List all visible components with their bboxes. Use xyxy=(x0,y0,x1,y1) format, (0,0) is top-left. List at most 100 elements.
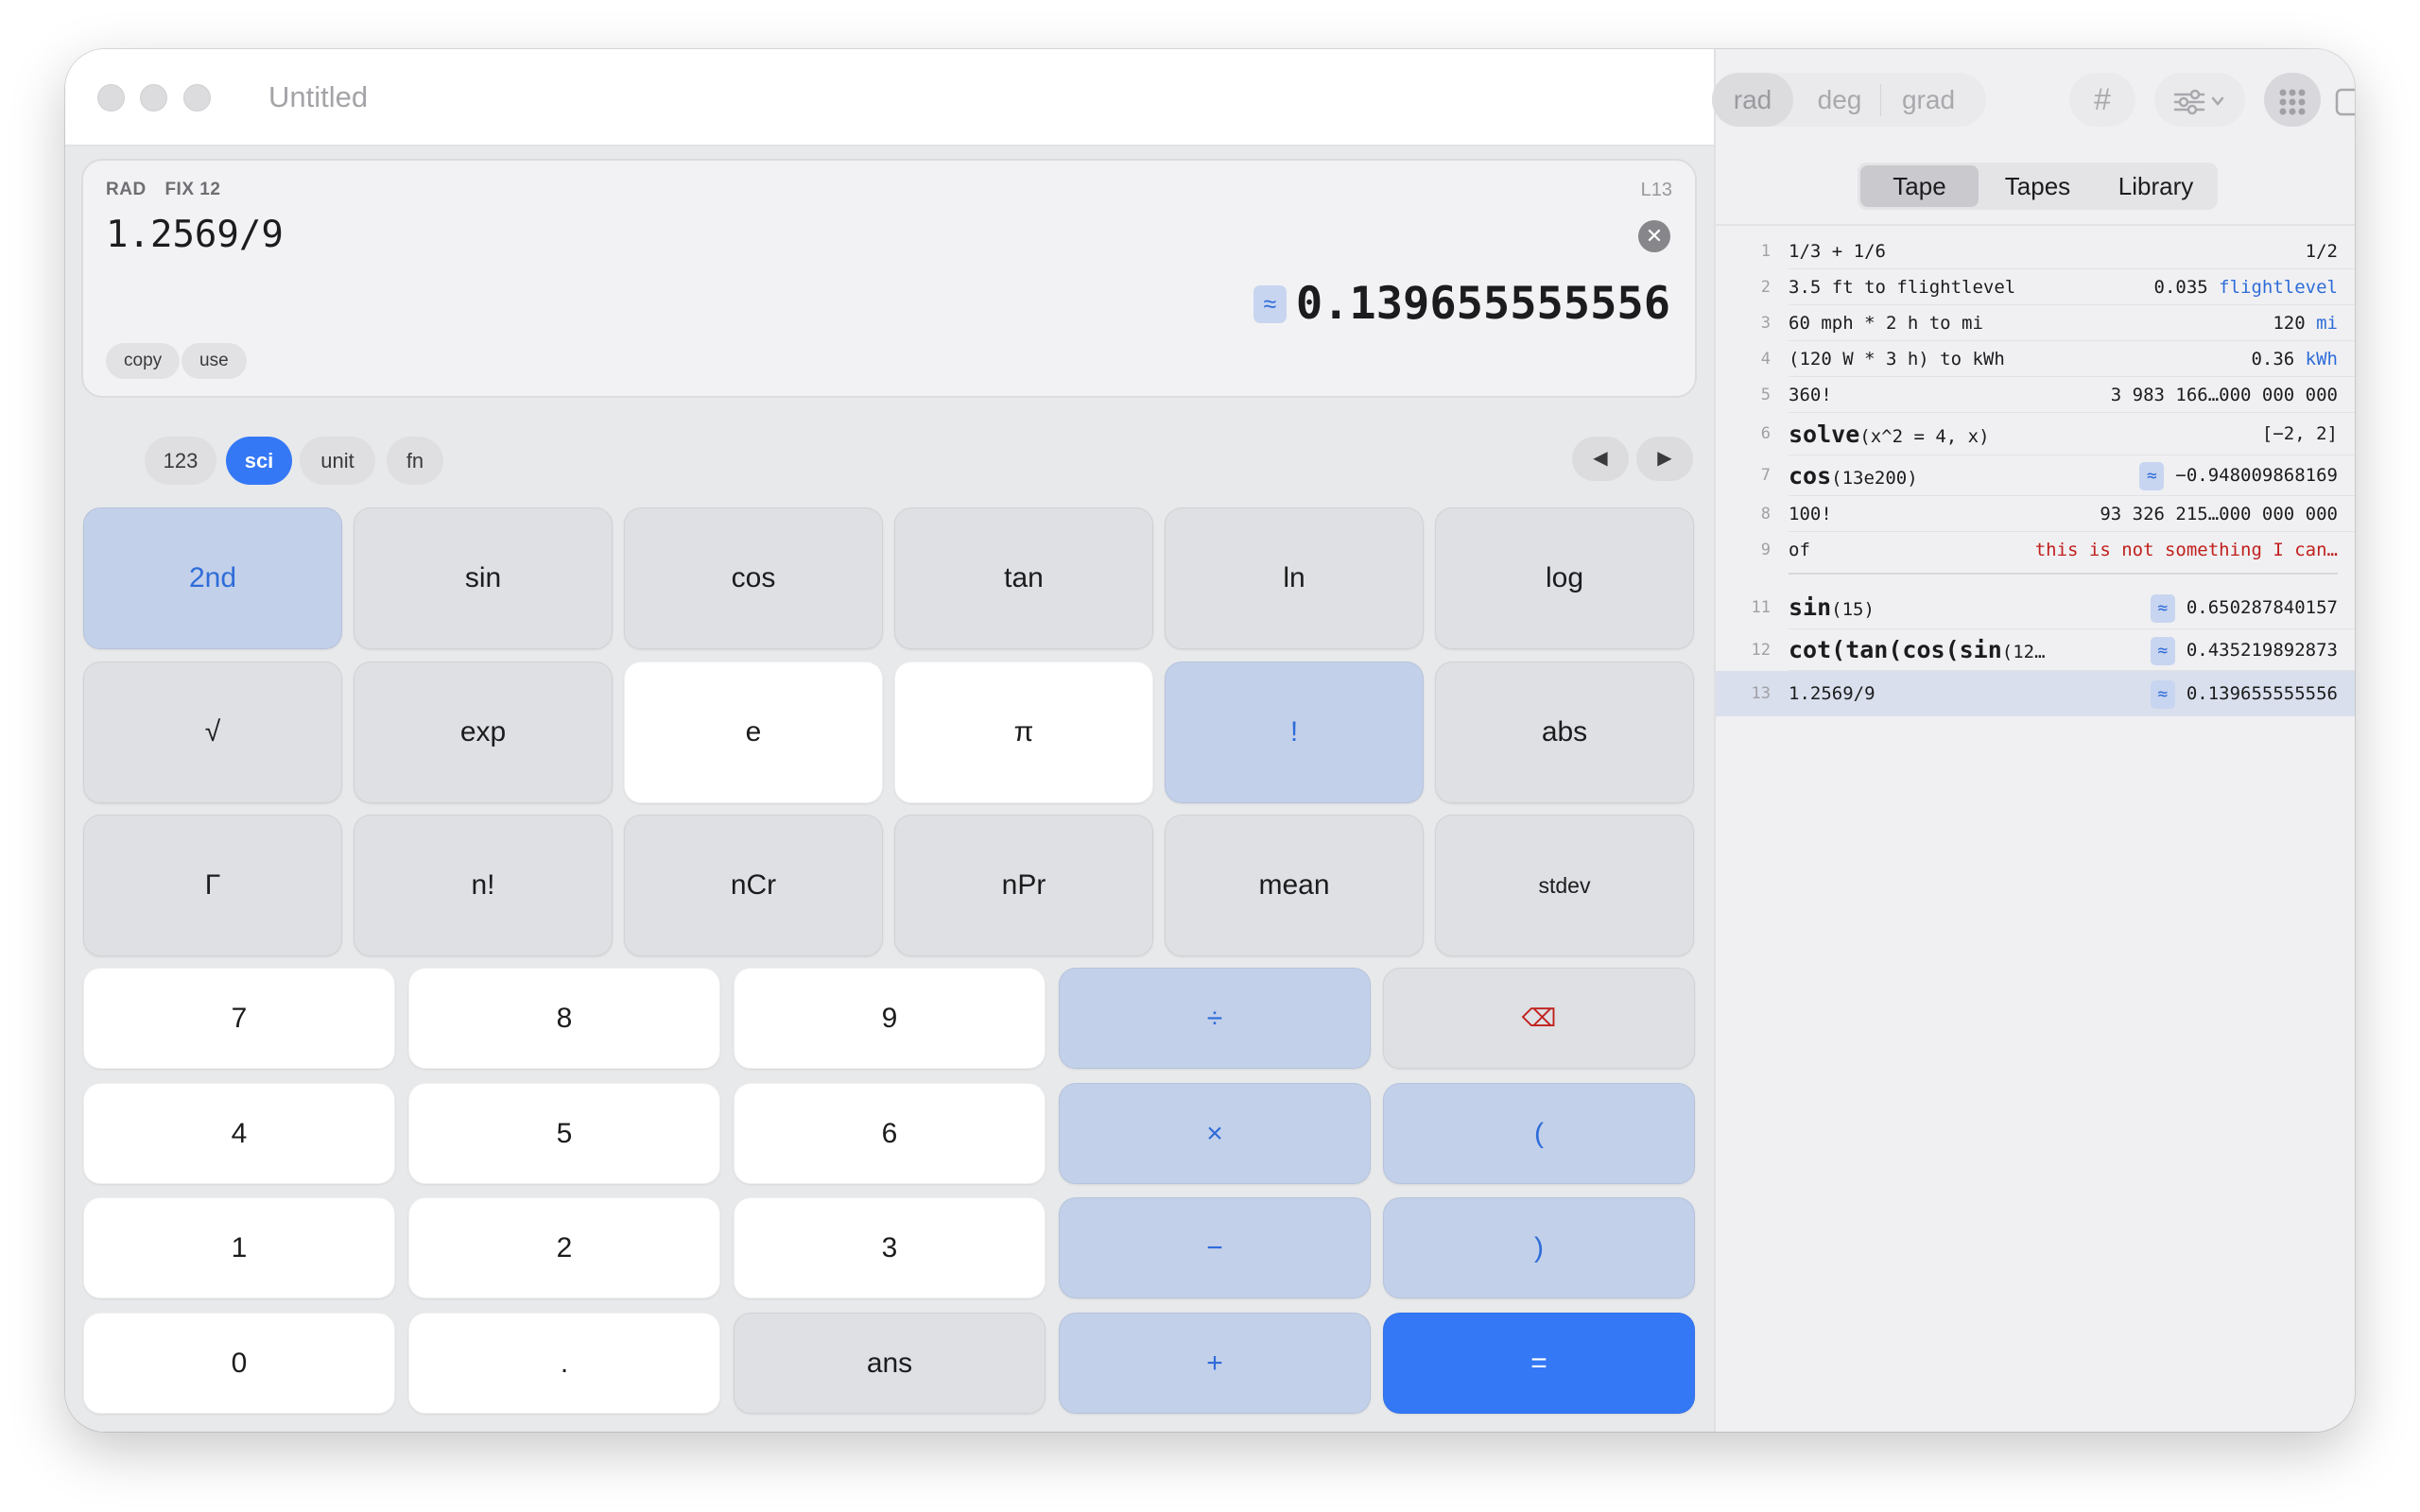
minus-key[interactable]: − xyxy=(1059,1197,1371,1298)
backspace-icon[interactable]: ⌫ xyxy=(1383,968,1695,1069)
tape-expression: 1/3 + 1/6 xyxy=(1789,233,1886,269)
tape-list: 1 1/3 + 1/6 1/2 2 3.5 ft to flightlevel 0.035… xyxy=(1716,224,2355,716)
approx-icon: ≈ xyxy=(2150,593,2175,623)
tape-expression: (120 W * 3 h) to kWh xyxy=(1789,341,2005,377)
tape-row[interactable]: 13 1.2569/9 ≈0.139655555556 xyxy=(1716,671,2355,716)
digit-3-key[interactable]: 3 xyxy=(734,1197,1046,1298)
digit-4-key[interactable]: 4 xyxy=(83,1083,395,1184)
next-button[interactable]: ▶ xyxy=(1636,437,1693,481)
pi-key[interactable]: π xyxy=(894,662,1153,803)
tab-tapes[interactable]: Tapes xyxy=(1979,165,2097,207)
equals-key[interactable]: = xyxy=(1383,1313,1695,1414)
tape-row[interactable]: 7 cos(13e200) ≈ −0.948009868169 xyxy=(1716,455,2355,496)
decimal-key[interactable]: . xyxy=(408,1313,720,1414)
mode-tab-fn[interactable]: fn xyxy=(387,437,443,485)
tape-function: sin xyxy=(1789,593,1832,621)
sliders-icon[interactable] xyxy=(2154,73,2245,127)
tape-line-number: 8 xyxy=(1760,505,1771,524)
second-function-key[interactable]: 2nd xyxy=(83,507,342,649)
digit-7-key[interactable]: 7 xyxy=(83,968,395,1069)
abs-key[interactable]: abs xyxy=(1435,662,1694,803)
angle-mode-rad[interactable]: rad xyxy=(1712,73,1793,127)
angle-mode-segmented: rad deg grad xyxy=(1712,73,1986,127)
tape-row[interactable]: 5 360! 3 983 166…000 000 000 xyxy=(1716,377,2355,413)
ncr-key[interactable]: nCr xyxy=(624,815,883,956)
hash-icon[interactable]: # xyxy=(2069,73,2135,127)
tape-expression-text: (15) xyxy=(1831,599,1875,620)
divide-key[interactable]: ÷ xyxy=(1059,968,1371,1069)
digit-2-key[interactable]: 2 xyxy=(408,1197,720,1298)
expression-input[interactable]: 1.2569/9 xyxy=(106,214,284,256)
tape-row[interactable]: 1 1/3 + 1/6 1/2 xyxy=(1716,233,2355,269)
tape-expression-text: (13e200) xyxy=(1831,468,1918,489)
tape-row[interactable]: 3 60 mph * 2 h to mi 120 mi xyxy=(1716,305,2355,341)
ln-key[interactable]: ln xyxy=(1165,507,1424,649)
log-key[interactable]: log xyxy=(1435,507,1694,649)
tab-tape[interactable]: Tape xyxy=(1860,165,1979,207)
tape-expression-text: 1.2569/9 xyxy=(1789,683,1876,704)
tape-row[interactable]: 11 sin(15) ≈0.650287840157 xyxy=(1716,586,2355,629)
tab-library[interactable]: Library xyxy=(2097,165,2215,207)
tape-result-unit: mi xyxy=(2316,313,2338,334)
multiply-key[interactable]: × xyxy=(1059,1083,1371,1184)
cos-key[interactable]: cos xyxy=(624,507,883,649)
tape-expression-text: (x^2 = 4, x) xyxy=(1859,426,1990,447)
factorial-key[interactable]: ! xyxy=(1165,662,1424,803)
copy-button[interactable]: copy xyxy=(106,343,181,379)
angle-mode-grad[interactable]: grad xyxy=(1888,73,1969,127)
mean-key[interactable]: mean xyxy=(1165,815,1424,956)
tape-expression: cos(13e200) xyxy=(1789,455,1918,499)
keypad-icon[interactable] xyxy=(2264,73,2321,127)
tape-row[interactable]: 2 3.5 ft to flightlevel 0.035 flightlevel xyxy=(1716,269,2355,305)
close-paren-key[interactable]: ) xyxy=(1383,1197,1695,1298)
tan-key[interactable]: tan xyxy=(894,507,1153,649)
npr-key[interactable]: nPr xyxy=(894,815,1153,956)
digit-1-key[interactable]: 1 xyxy=(83,1197,395,1298)
tape-result: 0.36 kWh xyxy=(2251,341,2338,377)
tape-divider xyxy=(1789,573,2338,575)
tape-row[interactable]: 12 cot(tan(cos(sin(12… ≈0.435219892873 xyxy=(1716,629,2355,671)
tape-result-unit: flightlevel xyxy=(2219,277,2338,298)
previous-button[interactable]: ◀ xyxy=(1572,437,1629,481)
mode-tab-123[interactable]: 123 xyxy=(145,437,216,485)
tape-result-unit: kWh xyxy=(2305,349,2338,369)
tape-result-value: 1/2 xyxy=(2305,241,2338,262)
calculator-display: RAD FIX 12 L13 1.2569/9 ✕ ≈ 0.1396555555… xyxy=(81,159,1697,398)
digit-0-key[interactable]: 0 xyxy=(83,1313,395,1414)
use-button[interactable]: use xyxy=(182,343,247,379)
sqrt-key[interactable]: √ xyxy=(83,662,342,803)
tape-expression: of xyxy=(1789,532,1810,568)
clear-icon[interactable]: ✕ xyxy=(1638,220,1670,252)
gamma-key[interactable]: Γ xyxy=(83,815,342,956)
tape-result: [−2, 2] xyxy=(2262,413,2338,455)
close-window-button[interactable] xyxy=(97,84,125,112)
mode-tab-sci[interactable]: sci xyxy=(226,437,292,485)
sin-key[interactable]: sin xyxy=(354,507,613,649)
plus-key[interactable]: + xyxy=(1059,1313,1371,1414)
tape-result-value: 0.650287840157 xyxy=(2186,597,2338,618)
mode-tab-unit[interactable]: unit xyxy=(300,437,375,485)
line-number: L13 xyxy=(1640,180,1672,200)
stdev-key[interactable]: stdev xyxy=(1435,815,1694,956)
digit-8-key[interactable]: 8 xyxy=(408,968,720,1069)
tape-result-value: 93 326 215…000 000 000 xyxy=(2100,504,2338,524)
digit-6-key[interactable]: 6 xyxy=(734,1083,1046,1184)
tape-row[interactable]: 9 of this is not something I can… xyxy=(1716,532,2355,568)
angle-mode-deg[interactable]: deg xyxy=(1806,73,1873,127)
exp-key[interactable]: exp xyxy=(354,662,613,803)
tape-expression: sin(15) xyxy=(1789,586,1875,631)
tape-expression: 360! xyxy=(1789,377,1832,413)
n-factorial-key[interactable]: n! xyxy=(354,815,613,956)
sidebar-icon[interactable] xyxy=(2325,73,2355,127)
tape-row[interactable]: 4 (120 W * 3 h) to kWh 0.36 kWh xyxy=(1716,341,2355,377)
zoom-window-button[interactable] xyxy=(183,84,211,112)
ans-key[interactable]: ans xyxy=(734,1313,1046,1414)
open-paren-key[interactable]: ( xyxy=(1383,1083,1695,1184)
tape-row[interactable]: 6 solve(x^2 = 4, x) [−2, 2] xyxy=(1716,413,2355,455)
digit-9-key[interactable]: 9 xyxy=(734,968,1046,1069)
tape-line-number: 9 xyxy=(1760,541,1771,559)
digit-5-key[interactable]: 5 xyxy=(408,1083,720,1184)
tape-row[interactable]: 8 100! 93 326 215…000 000 000 xyxy=(1716,496,2355,532)
minimize-window-button[interactable] xyxy=(140,84,167,112)
e-constant-key[interactable]: e xyxy=(624,662,883,803)
